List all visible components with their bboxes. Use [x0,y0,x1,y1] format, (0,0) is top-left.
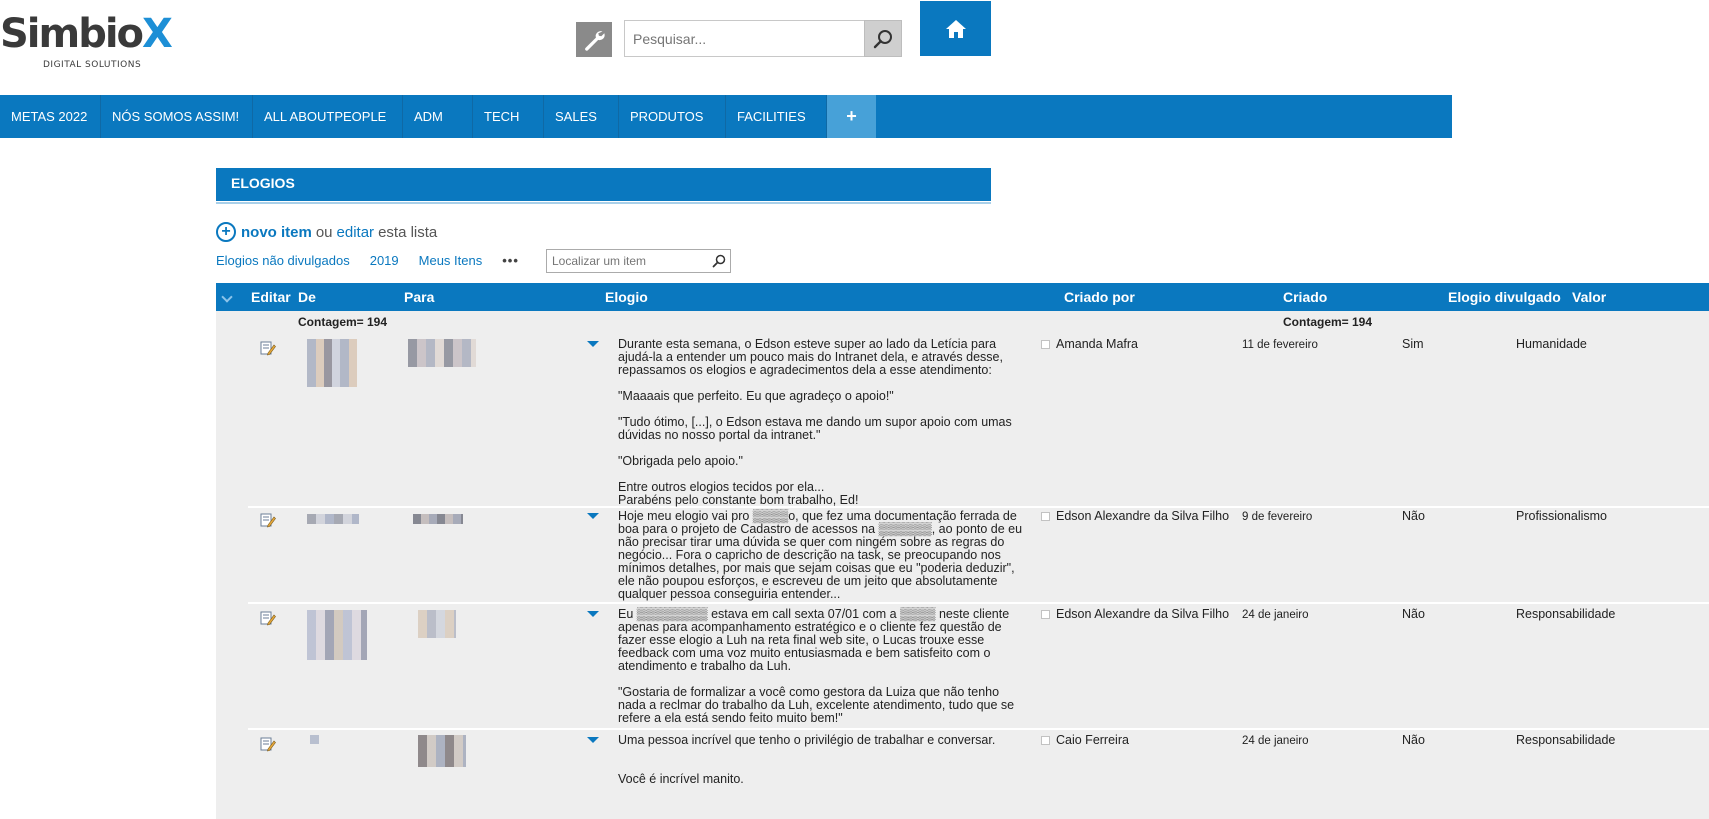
nav-item-all-about-people[interactable]: ALL ABOUTPEOPLE [253,95,403,138]
nav-item-facilities[interactable]: FACILITIES [726,95,827,138]
chevron-down-icon[interactable] [587,513,599,519]
view-meus-itens[interactable]: Meus Itens [419,253,483,268]
find-item-input[interactable] [547,250,730,272]
redacted-from-avatar [307,610,367,660]
nav-item-adm[interactable]: ADM [403,95,473,138]
new-item-bar: + novo item ou editar esta lista [216,222,441,242]
valor: Responsabilidade [1516,607,1616,621]
or-text: ou [315,223,333,241]
view-2019[interactable]: 2019 [370,253,399,268]
criado-date: 11 de fevereiro [1242,339,1318,351]
presence-checkbox[interactable] [1041,736,1050,745]
wrench-icon[interactable] [576,22,612,57]
chevron-down-icon[interactable] [587,737,599,743]
column-elogio[interactable]: Elogio [605,289,648,305]
redacted-from-avatar [307,339,357,387]
simbiox-logo[interactable]: SimbioX DIGITAL SOLUTIONS [0,12,190,72]
nav-item-metas-2022[interactable]: METAS 2022 [0,95,101,138]
home-button[interactable] [920,1,991,56]
redacted-to-avatar [408,339,476,367]
edit-icon[interactable] [260,512,276,528]
table-header: Editar De Para Elogio Criado por Criado … [216,283,1709,311]
edit-list-link[interactable]: editar [337,224,375,241]
elogio-divulgado: Não [1402,509,1425,523]
column-criado[interactable]: Criado [1283,289,1327,305]
criado-date: 24 de janeiro [1242,735,1309,747]
elogio-text: Hoje meu elogio vai pro ▒▒▒▒o, que fez u… [618,509,1023,601]
elogio-text: Durante esta semana, o Edson esteve supe… [618,337,1012,507]
table-row[interactable]: Uma pessoa incrível que tenho o privilég… [248,732,1709,819]
table-row[interactable]: Durante esta semana, o Edson esteve supe… [248,336,1709,508]
nav-item-tech[interactable]: TECH [473,95,544,138]
nav-item-nos-somos-assim[interactable]: NÓS SOMOS ASSIM! [101,95,253,138]
search-input[interactable] [625,21,867,56]
redacted-to-avatar [418,610,456,638]
search-button[interactable] [864,20,902,57]
column-criado-por[interactable]: Criado por [1064,289,1135,305]
criado-por: Edson Alexandre da Silva Filho [1041,608,1229,621]
select-all-checkmark[interactable] [221,291,233,303]
add-circle-icon[interactable]: + [216,222,236,242]
logo-tagline: DIGITAL SOLUTIONS [43,60,142,70]
logo-wordmark: SimbioX [0,11,173,57]
view-elogios-nao-divulgados[interactable]: Elogios não divulgados [216,253,350,268]
nav-add-button[interactable]: + [827,95,876,138]
column-para[interactable]: Para [404,289,434,305]
presence-checkbox[interactable] [1041,340,1050,349]
elogios-table: Editar De Para Elogio Criado por Criado … [216,283,1709,819]
elogio-divulgado: Não [1402,607,1425,621]
home-icon [945,19,966,38]
elogio-text: Eu ▒▒▒▒▒▒▒▒ estava em call sexta 07/01 c… [618,607,1015,725]
column-elogio-divulgado[interactable]: Elogio divulgado [1448,289,1561,305]
elogio-divulgado: Não [1402,733,1425,747]
view-selector: Elogios não divulgados 2019 Meus Itens •… [216,253,539,268]
redacted-to-avatar [413,514,463,524]
new-item-link[interactable]: novo item [241,224,312,241]
elogio-text: Uma pessoa incrível que tenho o privilég… [618,733,996,786]
criado-date: 9 de fevereiro [1242,511,1313,523]
count-de: Contagem= 194 [298,315,388,329]
edit-icon[interactable] [260,340,276,356]
valor: Profissionalismo [1516,509,1608,523]
magnifier-icon[interactable] [712,254,726,268]
column-valor[interactable]: Valor [1572,289,1606,305]
search-field[interactable] [624,20,868,57]
criado-por: Amanda Mafra [1041,338,1138,351]
criado-date: 24 de janeiro [1242,609,1309,621]
column-de[interactable]: De [298,289,316,305]
valor: Humanidade [1516,337,1587,351]
edit-icon[interactable] [260,610,276,626]
nav-item-produtos[interactable]: PRODUTOS [619,95,726,138]
presence-checkbox[interactable] [1041,610,1050,619]
column-editar[interactable]: Editar [251,289,291,305]
find-item-field[interactable] [546,249,731,273]
count-criado: Contagem= 194 [1283,315,1373,329]
more-views-button[interactable]: ••• [502,253,519,268]
elogio-divulgado: Sim [1402,337,1424,351]
redacted-from-avatar [307,514,359,524]
top-nav: METAS 2022 NÓS SOMOS ASSIM! ALL ABOUTPEO… [0,95,1452,138]
edit-icon[interactable] [260,736,276,752]
list-title: ELOGIOS [216,168,991,204]
valor: Responsabilidade [1516,733,1616,747]
redacted-to-avatar [418,735,466,767]
nav-item-sales[interactable]: SALES [544,95,619,138]
presence-checkbox[interactable] [1041,512,1050,521]
chevron-down-icon[interactable] [587,611,599,617]
table-row[interactable]: Hoje meu elogio vai pro ▒▒▒▒o, que fez u… [248,508,1709,604]
criado-por: Caio Ferreira [1041,734,1129,747]
redacted-from-avatar [310,735,319,744]
chevron-down-icon[interactable] [587,341,599,347]
magnifier-icon [873,29,892,48]
table-row[interactable]: Eu ▒▒▒▒▒▒▒▒ estava em call sexta 07/01 c… [248,606,1709,730]
edit-list-suffix: esta lista [378,223,438,241]
criado-por: Edson Alexandre da Silva Filho [1041,510,1229,523]
